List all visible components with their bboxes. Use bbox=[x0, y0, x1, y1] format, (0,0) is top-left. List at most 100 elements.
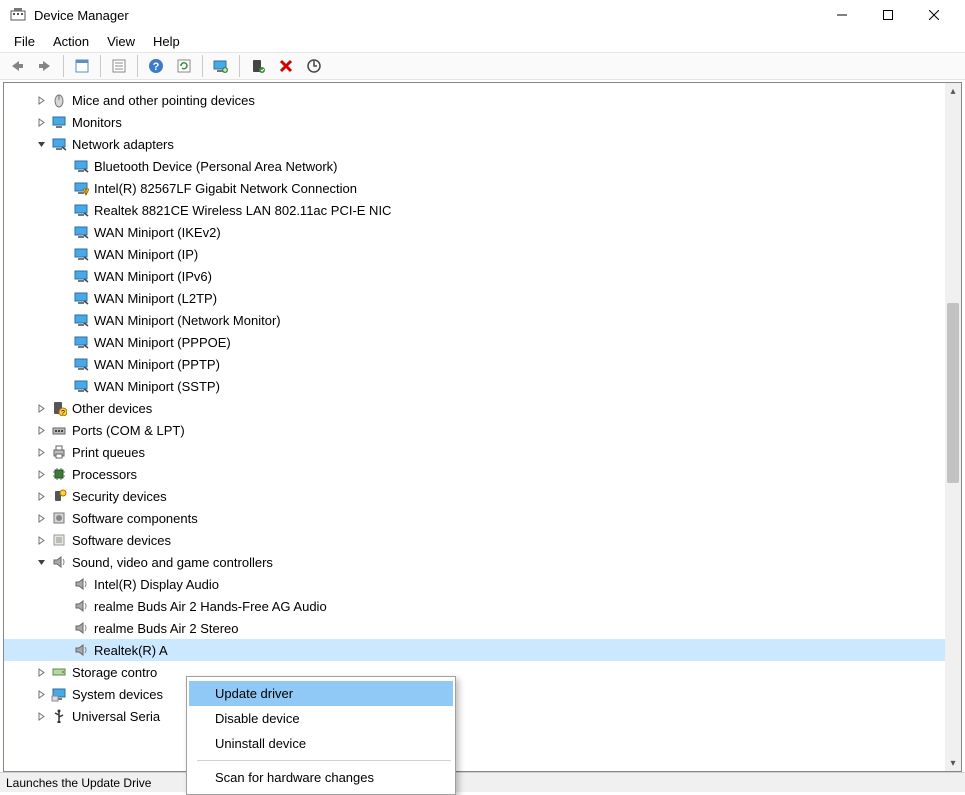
tree-item[interactable]: Security devices bbox=[4, 485, 945, 507]
chevron-down-icon[interactable] bbox=[34, 555, 48, 569]
vertical-scrollbar[interactable]: ▴ ▾ bbox=[945, 83, 961, 771]
chevron-right-icon[interactable] bbox=[34, 687, 48, 701]
monitor-plus-icon bbox=[213, 58, 229, 74]
svg-text:?: ? bbox=[153, 61, 160, 73]
expander-placeholder bbox=[56, 621, 70, 635]
chevron-right-icon[interactable] bbox=[34, 709, 48, 723]
scroll-up-button[interactable]: ▴ bbox=[945, 83, 961, 99]
context-menu-item[interactable]: Scan for hardware changes bbox=[189, 765, 453, 790]
processor-icon bbox=[50, 465, 68, 483]
tree-item[interactable]: Print queues bbox=[4, 441, 945, 463]
scan-hardware-button[interactable] bbox=[301, 54, 327, 78]
minimize-button[interactable] bbox=[819, 0, 865, 30]
back-button[interactable] bbox=[4, 54, 30, 78]
device-tree[interactable]: Mice and other pointing devicesMonitors N… bbox=[4, 89, 945, 771]
tree-item-label: Network adapters bbox=[72, 137, 174, 152]
title-bar: Device Manager bbox=[0, 0, 965, 30]
properties-page-icon bbox=[74, 58, 90, 74]
tree-item[interactable]: WAN Miniport (L2TP) bbox=[4, 287, 945, 309]
tree-item[interactable]: Bluetooth Device (Personal Area Network) bbox=[4, 155, 945, 177]
tree-item-label: System devices bbox=[72, 687, 163, 702]
status-text: Launches the Update Drive bbox=[6, 776, 151, 790]
menu-view[interactable]: View bbox=[99, 32, 143, 51]
maximize-button[interactable] bbox=[865, 0, 911, 30]
tree-item[interactable]: ?Other devices bbox=[4, 397, 945, 419]
context-menu-item[interactable]: Disable device bbox=[189, 706, 453, 731]
tree-item[interactable]: Storage contro bbox=[4, 661, 945, 683]
toolbar-separator bbox=[239, 55, 240, 77]
chevron-down-icon[interactable] bbox=[34, 137, 48, 151]
tree-item-label: Bluetooth Device (Personal Area Network) bbox=[94, 159, 338, 174]
menu-help[interactable]: Help bbox=[145, 32, 188, 51]
chevron-right-icon[interactable] bbox=[34, 511, 48, 525]
tree-item[interactable]: WAN Miniport (Network Monitor) bbox=[4, 309, 945, 331]
tree-item-label: Intel(R) Display Audio bbox=[94, 577, 219, 592]
chevron-right-icon[interactable] bbox=[34, 445, 48, 459]
tree-item-label: realme Buds Air 2 Hands-Free AG Audio bbox=[94, 599, 327, 614]
chevron-right-icon[interactable] bbox=[34, 665, 48, 679]
tree-item[interactable]: Intel(R) Display Audio bbox=[4, 573, 945, 595]
tree-item[interactable]: WAN Miniport (PPTP) bbox=[4, 353, 945, 375]
enable-device-button[interactable] bbox=[245, 54, 271, 78]
tree-item-label: Sound, video and game controllers bbox=[72, 555, 273, 570]
menu-file[interactable]: File bbox=[6, 32, 43, 51]
tree-item[interactable]: Mice and other pointing devices bbox=[4, 89, 945, 111]
forward-button[interactable] bbox=[32, 54, 58, 78]
tree-item[interactable]: !Intel(R) 82567LF Gigabit Network Connec… bbox=[4, 177, 945, 199]
tree-item[interactable]: System devices bbox=[4, 683, 945, 705]
tree-item[interactable]: WAN Miniport (SSTP) bbox=[4, 375, 945, 397]
chevron-right-icon[interactable] bbox=[34, 467, 48, 481]
system-icon bbox=[50, 685, 68, 703]
printer-icon bbox=[50, 443, 68, 461]
menu-action[interactable]: Action bbox=[45, 32, 97, 51]
tree-item[interactable]: WAN Miniport (IPv6) bbox=[4, 265, 945, 287]
chevron-right-icon[interactable] bbox=[34, 533, 48, 547]
tree-item[interactable]: Processors bbox=[4, 463, 945, 485]
speaker-icon bbox=[72, 619, 90, 637]
scrollbar-thumb[interactable] bbox=[947, 303, 959, 483]
uninstall-device-button[interactable] bbox=[273, 54, 299, 78]
chevron-right-icon[interactable] bbox=[34, 93, 48, 107]
tree-item[interactable]: realme Buds Air 2 Hands-Free AG Audio bbox=[4, 595, 945, 617]
close-button[interactable] bbox=[911, 0, 957, 30]
device-add-icon bbox=[250, 58, 266, 74]
context-menu-item[interactable]: Update driver bbox=[189, 681, 453, 706]
status-bar: Launches the Update Drive bbox=[0, 772, 965, 792]
scan-hardware-icon bbox=[306, 58, 322, 74]
expander-placeholder bbox=[56, 313, 70, 327]
refresh-button[interactable] bbox=[171, 54, 197, 78]
tree-item[interactable]: Software devices bbox=[4, 529, 945, 551]
scroll-down-button[interactable]: ▾ bbox=[945, 755, 961, 771]
chevron-right-icon[interactable] bbox=[34, 115, 48, 129]
tree-item[interactable]: WAN Miniport (IKEv2) bbox=[4, 221, 945, 243]
port-icon bbox=[50, 421, 68, 439]
tree-item[interactable]: Universal Seria bbox=[4, 705, 945, 727]
help-button[interactable]: ? bbox=[143, 54, 169, 78]
tree-item-label: Other devices bbox=[72, 401, 152, 416]
tree-item[interactable]: WAN Miniport (PPPOE) bbox=[4, 331, 945, 353]
update-driver-button[interactable] bbox=[208, 54, 234, 78]
speaker-icon bbox=[50, 553, 68, 571]
tree-item[interactable]: WAN Miniport (IP) bbox=[4, 243, 945, 265]
tree-item[interactable]: Realtek(R) A bbox=[4, 639, 945, 661]
tree-item-label: Intel(R) 82567LF Gigabit Network Connect… bbox=[94, 181, 357, 196]
console-tree-button[interactable] bbox=[106, 54, 132, 78]
expander-placeholder bbox=[56, 203, 70, 217]
chevron-right-icon[interactable] bbox=[34, 423, 48, 437]
expander-placeholder bbox=[56, 379, 70, 393]
tree-item[interactable]: Sound, video and game controllers bbox=[4, 551, 945, 573]
tree-item[interactable]: Ports (COM & LPT) bbox=[4, 419, 945, 441]
tree-item[interactable]: Network adapters bbox=[4, 133, 945, 155]
tree-item[interactable]: Monitors bbox=[4, 111, 945, 133]
tree-item-label: Universal Seria bbox=[72, 709, 160, 724]
tree-item[interactable]: Software components bbox=[4, 507, 945, 529]
show-hidden-button[interactable] bbox=[69, 54, 95, 78]
chevron-right-icon[interactable] bbox=[34, 489, 48, 503]
toolbar-separator bbox=[202, 55, 203, 77]
tree-item[interactable]: realme Buds Air 2 Stereo bbox=[4, 617, 945, 639]
tree-item[interactable]: Realtek 8821CE Wireless LAN 802.11ac PCI… bbox=[4, 199, 945, 221]
chevron-right-icon[interactable] bbox=[34, 401, 48, 415]
forward-arrow-icon bbox=[37, 59, 53, 73]
context-menu-item[interactable]: Uninstall device bbox=[189, 731, 453, 756]
toolbar-separator bbox=[63, 55, 64, 77]
